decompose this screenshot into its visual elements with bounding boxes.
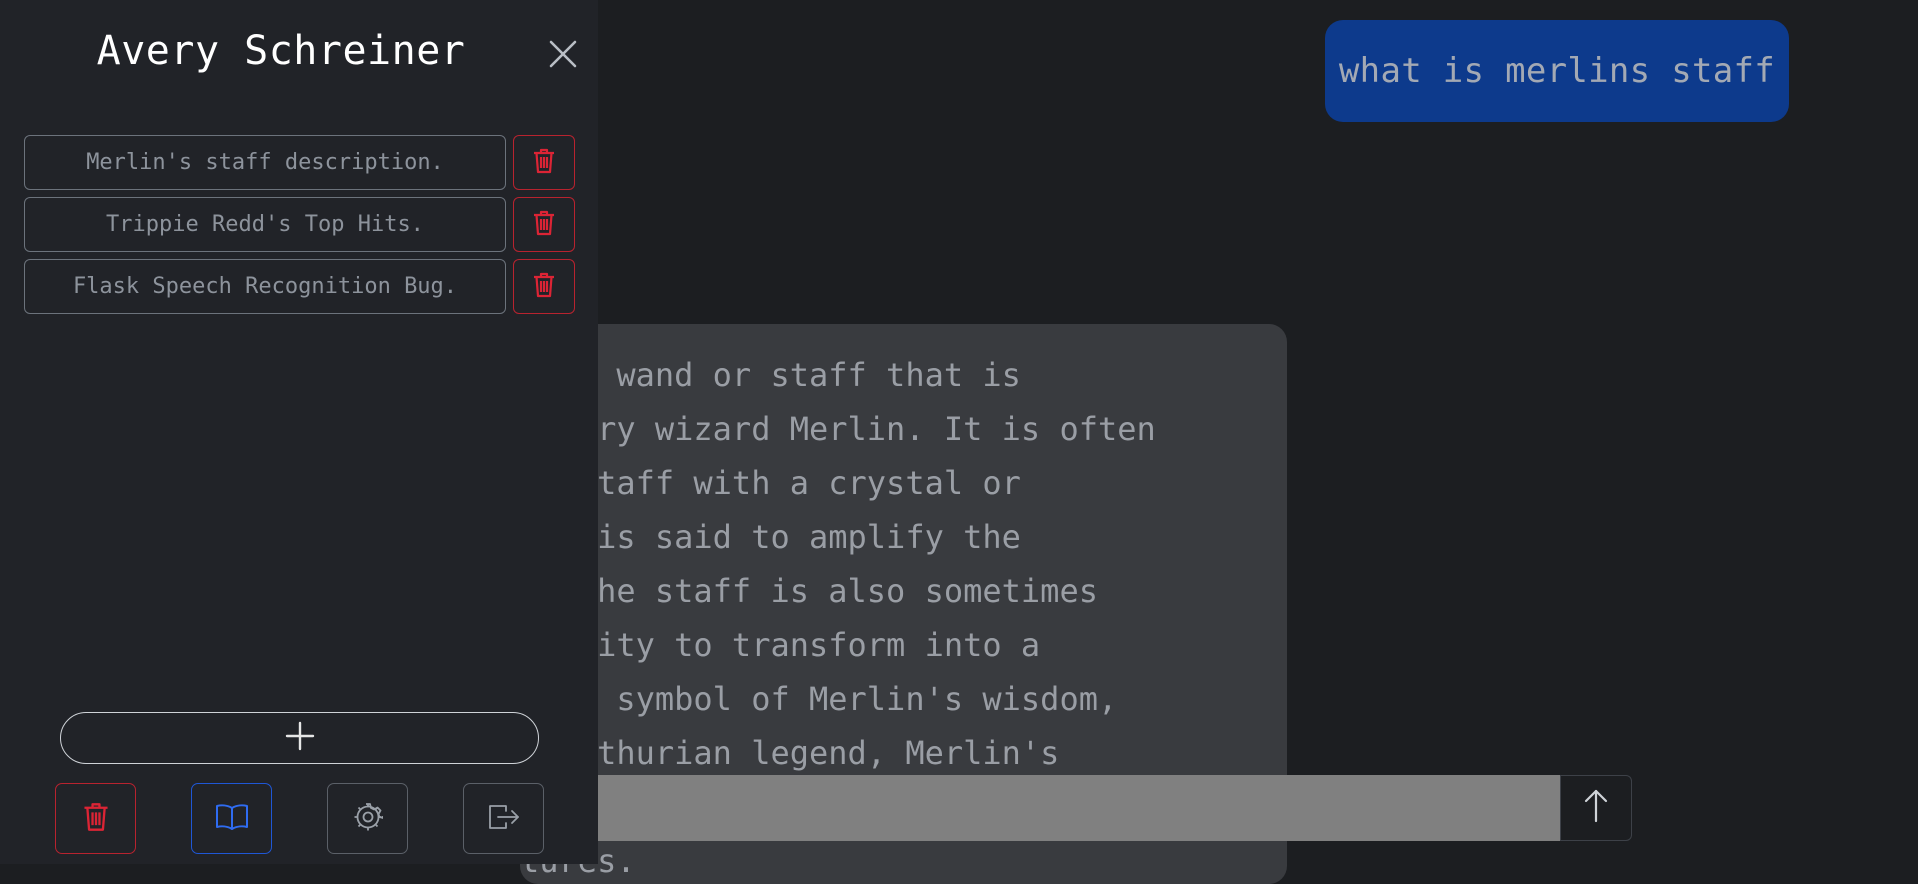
assistant-message-line: is a symbol of Merlin's wisdom, [520, 680, 1118, 718]
close-sidebar-button[interactable] [543, 36, 583, 76]
conversation-item[interactable]: Trippie Redd's Top Hits. [24, 197, 506, 252]
conversation-item[interactable]: Flask Speech Recognition Bug. [24, 259, 506, 314]
delete-conversation-button[interactable] [513, 135, 575, 190]
plus-icon [285, 721, 315, 755]
arrow-up-icon [1584, 788, 1608, 828]
assistant-message-line: n Arthurian legend, Merlin's [520, 734, 1060, 772]
logout-icon [488, 803, 520, 835]
new-chat-button[interactable] [60, 712, 539, 764]
chat-input[interactable] [596, 775, 1560, 841]
user-message-text: what is merlins staff [1338, 51, 1776, 91]
send-button[interactable] [1560, 775, 1632, 841]
delete-all-button[interactable] [55, 783, 136, 854]
gear-icon [353, 802, 384, 836]
close-icon [549, 40, 577, 72]
book-icon [215, 803, 249, 835]
sidebar: Avery Schreiner Merlin's staff descripti… [0, 0, 598, 864]
library-button[interactable] [191, 783, 272, 854]
logout-button[interactable] [463, 783, 544, 854]
user-message-bubble: what is merlins staff [1325, 20, 1789, 122]
delete-conversation-button[interactable] [513, 259, 575, 314]
assistant-message-line: ability to transform into a [520, 626, 1041, 664]
assistant-message-line: endary wizard Merlin. It is often [520, 410, 1156, 448]
sidebar-title: Avery Schreiner [96, 28, 466, 74]
conversation-item[interactable]: Merlin's staff description. [24, 135, 506, 190]
settings-button[interactable] [327, 783, 408, 854]
trash-icon [83, 802, 109, 836]
delete-conversation-button[interactable] [513, 197, 575, 252]
trash-icon [533, 210, 555, 240]
trash-icon [533, 272, 555, 302]
assistant-message-line: s. The staff is also sometimes [520, 572, 1098, 610]
trash-icon [533, 148, 555, 178]
